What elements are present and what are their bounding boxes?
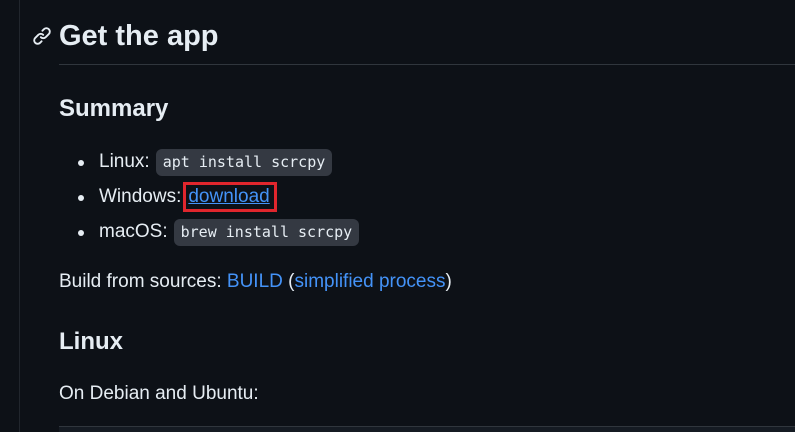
page-title: Get the app <box>59 20 219 52</box>
linux-install-command: apt install scrcpy <box>155 148 333 176</box>
heading-get-the-app: Get the app <box>33 16 795 65</box>
download-highlight-box: download <box>183 182 277 212</box>
readme-page: Get the app Summary Linux: apt install s… <box>0 0 795 432</box>
macos-label: macOS: <box>99 221 168 242</box>
link-icon[interactable] <box>32 26 52 46</box>
list-item-macos: macOS: brew install scrcpy <box>77 217 360 247</box>
debian-ubuntu-text: On Debian and Ubuntu: <box>59 383 259 404</box>
windows-download-link[interactable]: download <box>188 186 269 207</box>
linux-label: Linux: <box>99 151 150 172</box>
close-paren: ) <box>445 271 452 292</box>
heading-summary: Summary <box>59 95 169 122</box>
list-item-windows: Windows: download <box>78 182 277 212</box>
build-link[interactable]: BUILD <box>227 271 283 292</box>
left-border <box>19 0 20 432</box>
heading-linux: Linux <box>59 328 123 355</box>
windows-label: Windows: <box>99 186 182 207</box>
simplified-process-link[interactable]: simplified process <box>294 271 445 292</box>
build-prefix: Build from sources: <box>59 271 222 292</box>
list-item-linux: Linux: apt install scrcpy <box>77 147 333 177</box>
code-block-top <box>59 426 795 432</box>
build-from-sources-text: Build from sources: BUILD (simplified pr… <box>59 271 452 293</box>
macos-install-command: brew install scrcpy <box>173 218 360 246</box>
